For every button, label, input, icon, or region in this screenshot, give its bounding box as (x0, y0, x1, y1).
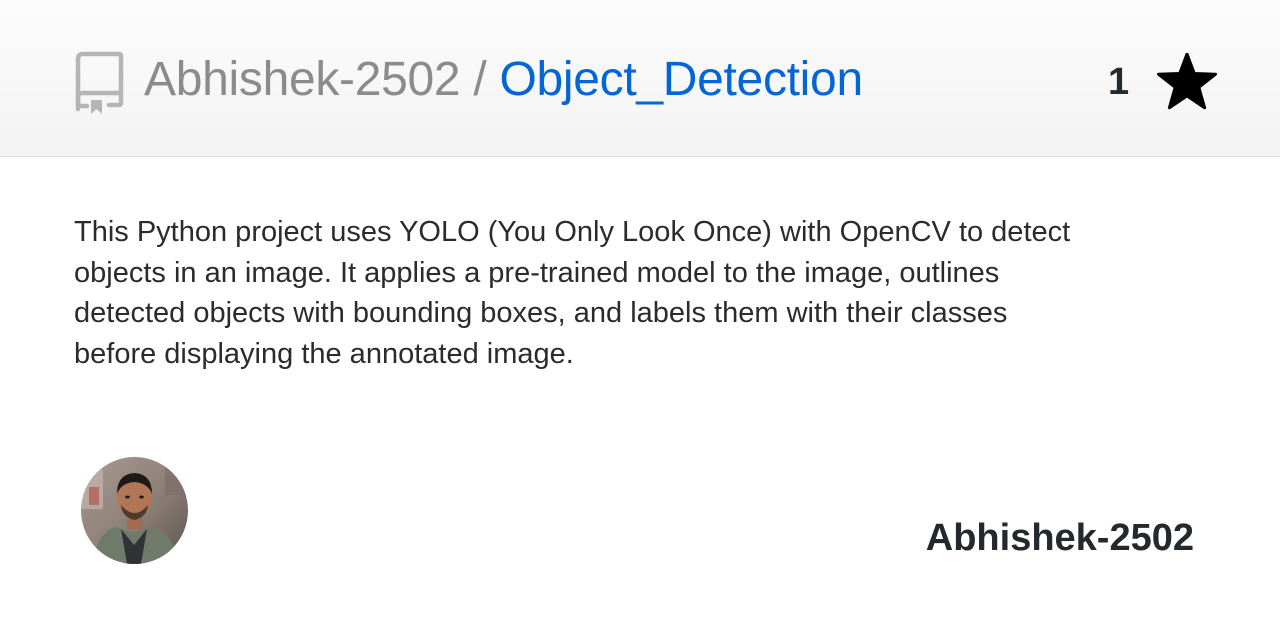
repo-name-link[interactable]: Object_Detection (499, 53, 863, 106)
star-icon[interactable] (1157, 53, 1217, 111)
repo-header: Abhishek-2502 / Object_Detection 1 (0, 0, 1280, 157)
star-count: 1 (1108, 61, 1130, 103)
repo-description: This Python project uses YOLO (You Only … (74, 216, 1071, 370)
path-separator: / (460, 53, 500, 106)
repo-owner-link[interactable]: Abhishek-2502 (144, 53, 461, 106)
repo-icon (75, 51, 124, 114)
user-avatar[interactable] (81, 457, 188, 564)
repo-title: Abhishek-2502 / Object_Detection (144, 52, 863, 108)
author-name[interactable]: Abhishek-2502 (860, 514, 1194, 562)
